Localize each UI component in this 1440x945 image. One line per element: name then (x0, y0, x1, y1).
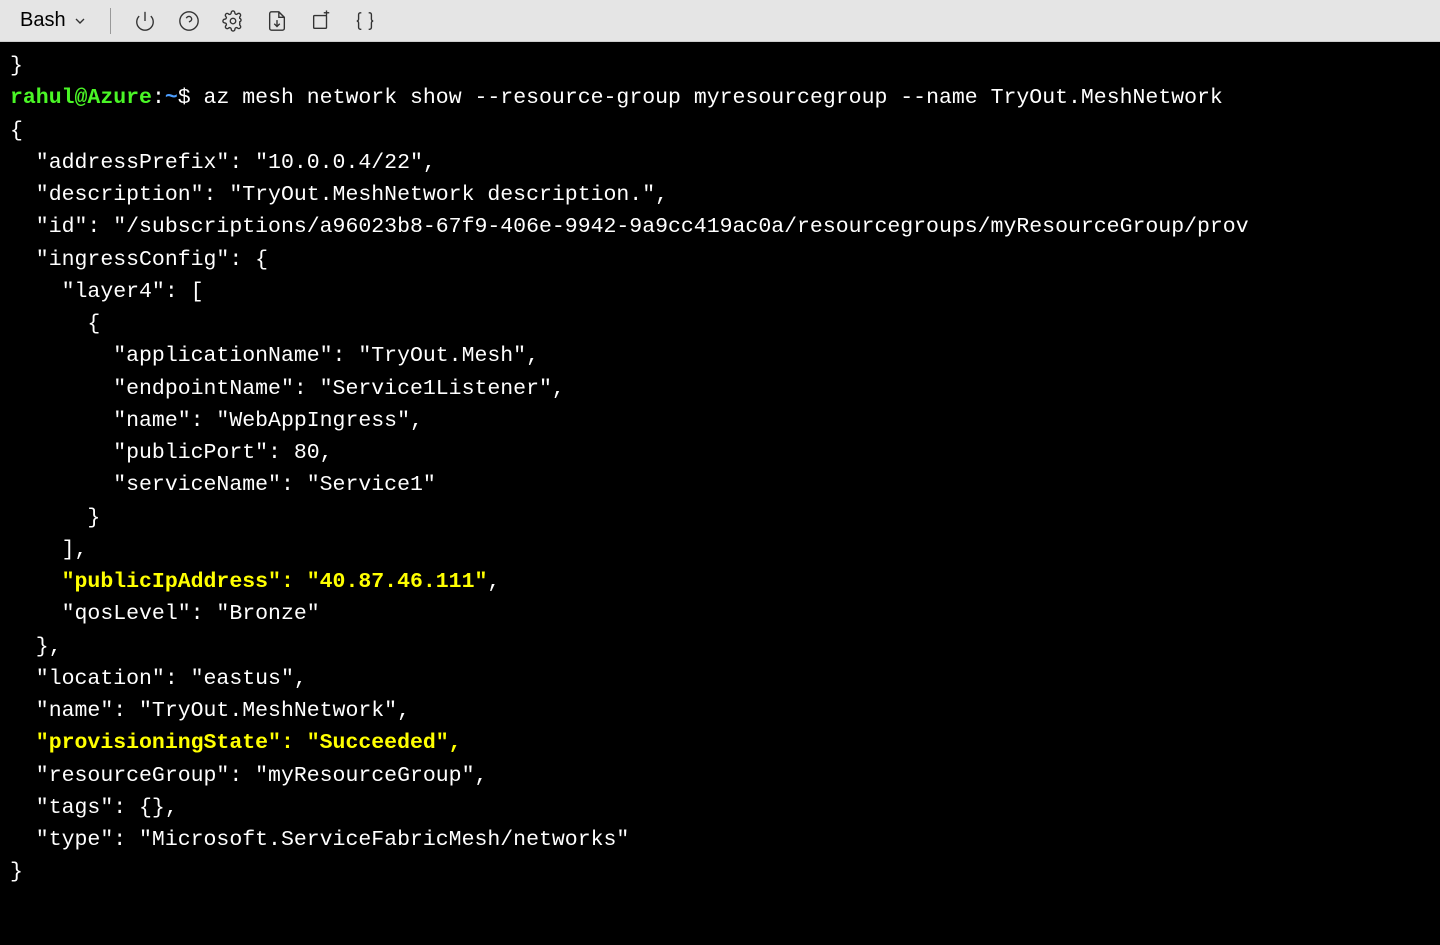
output-line: { (10, 119, 23, 143)
editor-button[interactable] (345, 3, 385, 39)
output-line: "type": "Microsoft.ServiceFabricMesh/net… (10, 828, 629, 852)
output-line: "ingressConfig": { (10, 248, 268, 272)
output-line: "tags": {}, (10, 796, 178, 820)
output-line: "location": "eastus", (10, 667, 307, 691)
toolbar-divider (110, 8, 111, 34)
help-icon (178, 10, 200, 32)
output-line-highlight: "provisioningState": "Succeeded", (10, 731, 462, 755)
shell-label: Bash (20, 9, 66, 32)
output-line: "endpointName": "Service1Listener", (10, 377, 565, 401)
output-line: "addressPrefix": "10.0.0.4/22", (10, 151, 436, 175)
output-line: "name": "WebAppIngress", (10, 409, 423, 433)
output-line: "layer4": [ (10, 280, 204, 304)
shell-selector-dropdown[interactable]: Bash (12, 5, 96, 36)
output-line: }, (10, 635, 62, 659)
output-line: "resourceGroup": "myResourceGroup", (10, 764, 487, 788)
prompt-host: Azure (87, 86, 152, 110)
prompt-path: ~ (165, 86, 178, 110)
download-file-icon (266, 10, 288, 32)
command-text: az mesh network show --resource-group my… (191, 86, 1223, 110)
output-line: , (487, 570, 500, 594)
output-line: "id": "/subscriptions/a96023b8-67f9-406e… (10, 215, 1249, 239)
output-line: } (10, 506, 100, 530)
upload-file-icon (310, 10, 332, 32)
restart-button[interactable] (125, 3, 165, 39)
prompt-user: rahul (10, 86, 75, 110)
output-line: "name": "TryOut.MeshNetwork", (10, 699, 410, 723)
output-line: } (10, 860, 23, 884)
output-line: "description": "TryOut.MeshNetwork descr… (10, 183, 668, 207)
gear-icon (222, 10, 244, 32)
prompt-colon: : (152, 86, 165, 110)
output-line: ], (10, 538, 87, 562)
cloud-shell-toolbar: Bash (0, 0, 1440, 42)
terminal-pane[interactable]: } rahul@Azure:~$ az mesh network show --… (0, 42, 1440, 897)
output-line: "applicationName": "TryOut.Mesh", (10, 344, 539, 368)
settings-button[interactable] (213, 3, 253, 39)
power-icon (134, 10, 156, 32)
prompt-at: @ (75, 86, 88, 110)
new-session-button[interactable] (301, 3, 341, 39)
output-line: "serviceName": "Service1" (10, 473, 436, 497)
output-line-highlight: "publicIpAddress": "40.87.46.111" (10, 570, 487, 594)
output-line: "publicPort": 80, (10, 441, 333, 465)
output-line: { (10, 312, 100, 336)
prev-output-line: } (10, 54, 23, 78)
output-line: "qosLevel": "Bronze" (10, 602, 320, 626)
chevron-down-icon (72, 13, 88, 29)
download-button[interactable] (257, 3, 297, 39)
prompt-dollar: $ (178, 86, 191, 110)
braces-icon (354, 10, 376, 32)
help-button[interactable] (169, 3, 209, 39)
